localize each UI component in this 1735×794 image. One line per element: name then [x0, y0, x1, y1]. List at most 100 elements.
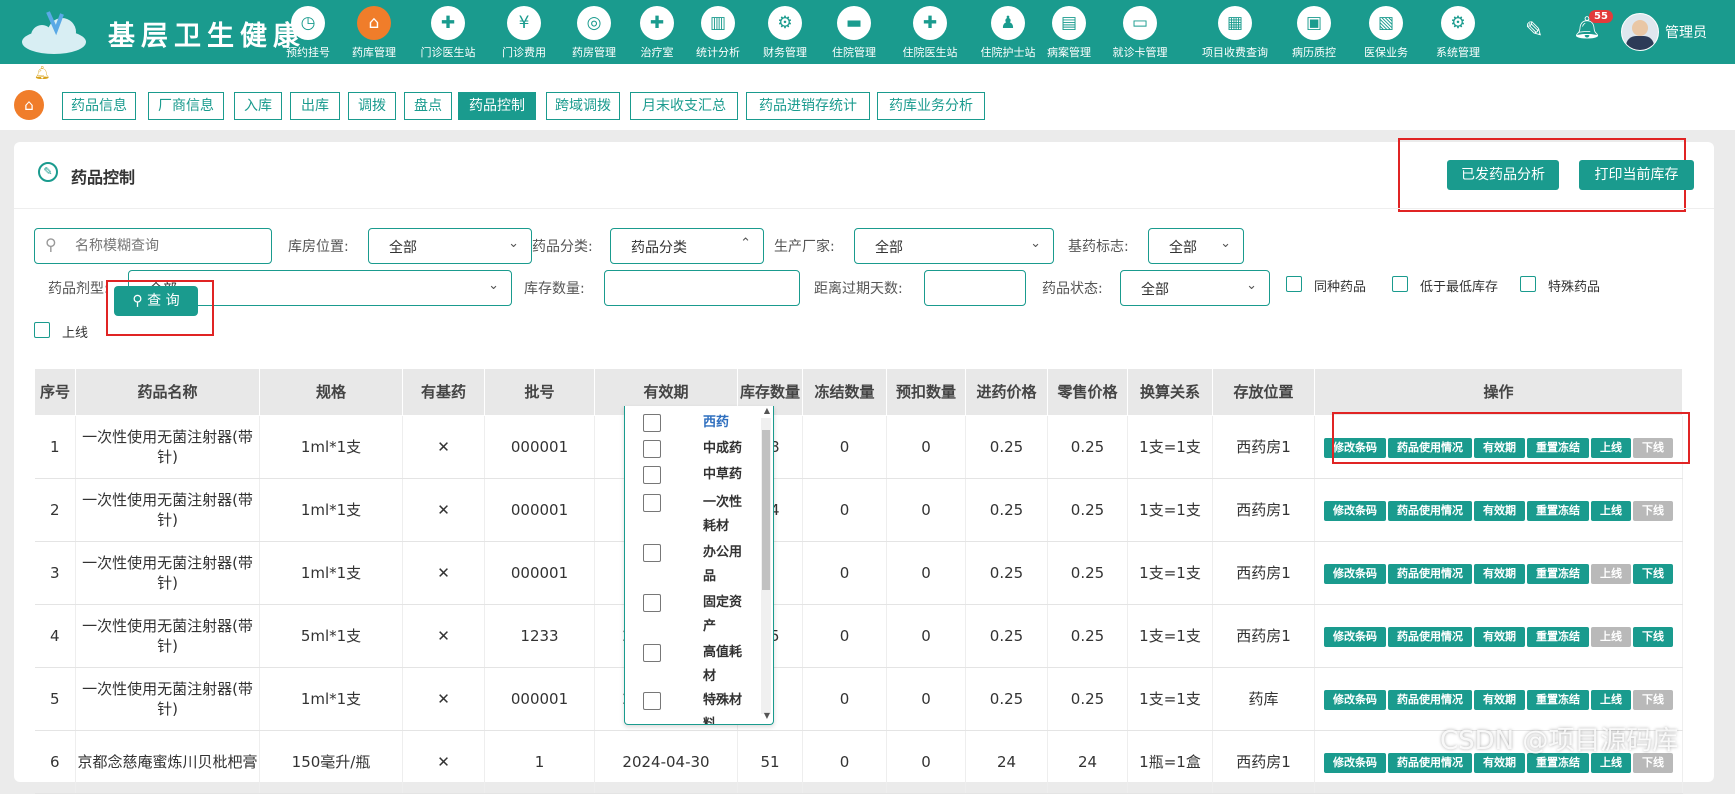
- reset-frozen-button[interactable]: 重置冻结: [1527, 563, 1589, 584]
- edit-barcode-button[interactable]: 修改条码: [1324, 689, 1386, 710]
- option-checkbox[interactable]: [643, 644, 661, 662]
- offline-button[interactable]: 下线: [1633, 689, 1673, 710]
- print-stock-button[interactable]: 打印当前库存: [1579, 160, 1694, 190]
- nav-item-10[interactable]: ♟ 住院护士站: [980, 4, 1036, 62]
- online-button[interactable]: 上线: [1591, 626, 1631, 647]
- online-button[interactable]: 上线: [1591, 500, 1631, 521]
- dropdown-scrollbar[interactable]: [761, 418, 771, 714]
- table-row[interactable]: 4一次性使用无菌注射器(带针)5ml*1支✕12332023-07-074500…: [34, 604, 1683, 668]
- tab-3[interactable]: 出库: [290, 92, 340, 120]
- nav-item-3[interactable]: ¥ 门诊费用: [496, 4, 552, 62]
- edit-barcode-button[interactable]: 修改条码: [1324, 563, 1386, 584]
- tab-5[interactable]: 盘点: [404, 92, 452, 120]
- category-dropdown[interactable]: ▲ ▼ 西药 中成药 中草药 一次性耗材 办公用品 固定资产 高值耗材 特殊材料: [624, 406, 774, 725]
- online-checkbox[interactable]: [34, 322, 50, 338]
- nav-item-9[interactable]: ✚ 住院医生站: [902, 4, 958, 62]
- stock-qty-input[interactable]: [604, 270, 800, 306]
- reset-frozen-button[interactable]: 重置冻结: [1527, 500, 1589, 521]
- reset-frozen-button[interactable]: 重置冻结: [1527, 626, 1589, 647]
- offline-button[interactable]: 下线: [1633, 563, 1673, 584]
- online-button[interactable]: 上线: [1591, 563, 1631, 584]
- card-icon: ▭: [1123, 6, 1157, 40]
- dispensed-analysis-button[interactable]: 已发药品分析: [1447, 160, 1559, 190]
- nav-item-14[interactable]: ▣ 病历质控: [1286, 4, 1342, 62]
- manufacturer-select[interactable]: 全部 ⌄: [854, 228, 1054, 264]
- same-drug-checkbox[interactable]: [1286, 276, 1302, 292]
- nav-item-5[interactable]: ✚ 治疗室: [629, 4, 685, 62]
- username[interactable]: 管理员: [1665, 22, 1707, 42]
- option-checkbox[interactable]: [643, 440, 661, 458]
- nav-item-12[interactable]: ▭ 就诊卡管理: [1112, 4, 1168, 62]
- notice-bell-icon[interactable]: 🔔︎: [34, 66, 51, 81]
- reset-frozen-button[interactable]: 重置冻结: [1527, 689, 1589, 710]
- status-select[interactable]: 全部 ⌄: [1120, 270, 1270, 306]
- offline-button[interactable]: 下线: [1633, 500, 1673, 521]
- nav-item-6[interactable]: ▥ 统计分析: [690, 4, 746, 62]
- option-checkbox[interactable]: [643, 494, 661, 512]
- drug-usage-button[interactable]: 药品使用情况: [1388, 500, 1472, 521]
- tab-6[interactable]: 药品控制: [458, 92, 536, 120]
- category-select[interactable]: 药品分类 ⌃: [610, 228, 764, 264]
- tab-8[interactable]: 月末收支汇总: [630, 92, 738, 120]
- drug-usage-button[interactable]: 药品使用情况: [1388, 626, 1472, 647]
- nurse-icon: ♟: [991, 6, 1025, 40]
- search-input[interactable]: [73, 235, 267, 257]
- edit-barcode-button[interactable]: 修改条码: [1324, 500, 1386, 521]
- nav-label: 门诊医生站: [420, 46, 476, 59]
- tab-1[interactable]: 厂商信息: [148, 92, 224, 120]
- scroll-down-icon[interactable]: ▼: [764, 711, 770, 720]
- nav-item-7[interactable]: ⚙ 财务管理: [757, 4, 813, 62]
- option-checkbox[interactable]: [643, 692, 661, 710]
- table-row[interactable]: 2一次性使用无菌注射器(带针)1ml*1支✕00000134000.250.25…: [34, 478, 1683, 542]
- nav-item-8[interactable]: ▬ 住院管理: [826, 4, 882, 62]
- query-button[interactable]: ⚲ 查 询: [114, 286, 198, 316]
- tab-2[interactable]: 入库: [234, 92, 282, 120]
- cell-name: 一次性使用无菌注射器(带针): [75, 604, 260, 668]
- nav-item-15[interactable]: ▧ 医保业务: [1358, 4, 1414, 62]
- edit-icon[interactable]: ✎: [1525, 18, 1543, 43]
- option-checkbox[interactable]: [643, 466, 661, 484]
- tab-0[interactable]: 药品信息: [62, 92, 136, 120]
- tab-10[interactable]: 药库业务分析: [877, 92, 985, 120]
- nav-item-2[interactable]: ✚ 门诊医生站: [420, 4, 476, 62]
- offline-button[interactable]: 下线: [1633, 626, 1673, 647]
- below-min-stock-checkbox[interactable]: [1392, 276, 1408, 292]
- edit-barcode-button[interactable]: 修改条码: [1324, 626, 1386, 647]
- pill-icon: ◎: [577, 6, 611, 40]
- essential-select[interactable]: 全部 ⌄: [1148, 228, 1244, 264]
- table-row[interactable]: 3一次性使用无菌注射器(带针)1ml*1支✕0000014000.250.251…: [34, 541, 1683, 605]
- expiry-days-input[interactable]: [924, 270, 1026, 306]
- option-checkbox[interactable]: [643, 544, 661, 562]
- scroll-up-icon[interactable]: ▲: [764, 406, 770, 415]
- cell-retail: 0.25: [1047, 667, 1128, 731]
- option-checkbox[interactable]: [643, 594, 661, 612]
- nav-item-16[interactable]: ⚙ 系统管理: [1430, 4, 1486, 62]
- drug-usage-button[interactable]: 药品使用情况: [1388, 563, 1472, 584]
- nav-item-0[interactable]: ◷ 预约挂号: [280, 4, 336, 62]
- nav-item-13[interactable]: ▦ 项目收费查询: [1202, 4, 1268, 62]
- warehouse-select[interactable]: 全部 ⌄: [368, 228, 532, 264]
- expiry-button[interactable]: 有效期: [1474, 563, 1525, 584]
- nav-item-11[interactable]: ▤ 病案管理: [1041, 4, 1097, 62]
- edit-barcode-button[interactable]: 修改条码: [1324, 752, 1386, 773]
- table-row[interactable]: 6 京都念慈庵蜜炼川贝枇杷膏 150毫升/瓶 ✕ 1 2024-04-30 51 0 0 24 24…: [34, 730, 1683, 794]
- tab-7[interactable]: 跨域调拨: [546, 92, 620, 120]
- online-button[interactable]: 上线: [1591, 689, 1631, 710]
- special-drug-checkbox[interactable]: [1520, 276, 1536, 292]
- expiry-button[interactable]: 有效期: [1474, 500, 1525, 521]
- scrollbar-thumb[interactable]: [762, 430, 770, 590]
- nav-item-1[interactable]: ⌂ 药库管理: [346, 4, 402, 62]
- table-row[interactable]: 5一次性使用无菌注射器(带针)1ml*1支✕0000012031-03-0150…: [34, 667, 1683, 731]
- avatar[interactable]: [1621, 13, 1659, 51]
- home-icon[interactable]: ⌂: [14, 90, 44, 120]
- option-checkbox[interactable]: [643, 414, 661, 432]
- search-field[interactable]: ⚲: [34, 228, 272, 264]
- drug-usage-button[interactable]: 药品使用情况: [1388, 689, 1472, 710]
- nav-item-4[interactable]: ◎ 药房管理: [566, 4, 622, 62]
- expiry-button[interactable]: 有效期: [1474, 626, 1525, 647]
- tab-4[interactable]: 调拨: [348, 92, 396, 120]
- cell-spec: 1ml*1支: [259, 478, 403, 542]
- expiry-button[interactable]: 有效期: [1474, 689, 1525, 710]
- tab-9[interactable]: 药品进销存统计: [746, 92, 870, 120]
- cell-purchase: 0.25: [965, 541, 1048, 605]
